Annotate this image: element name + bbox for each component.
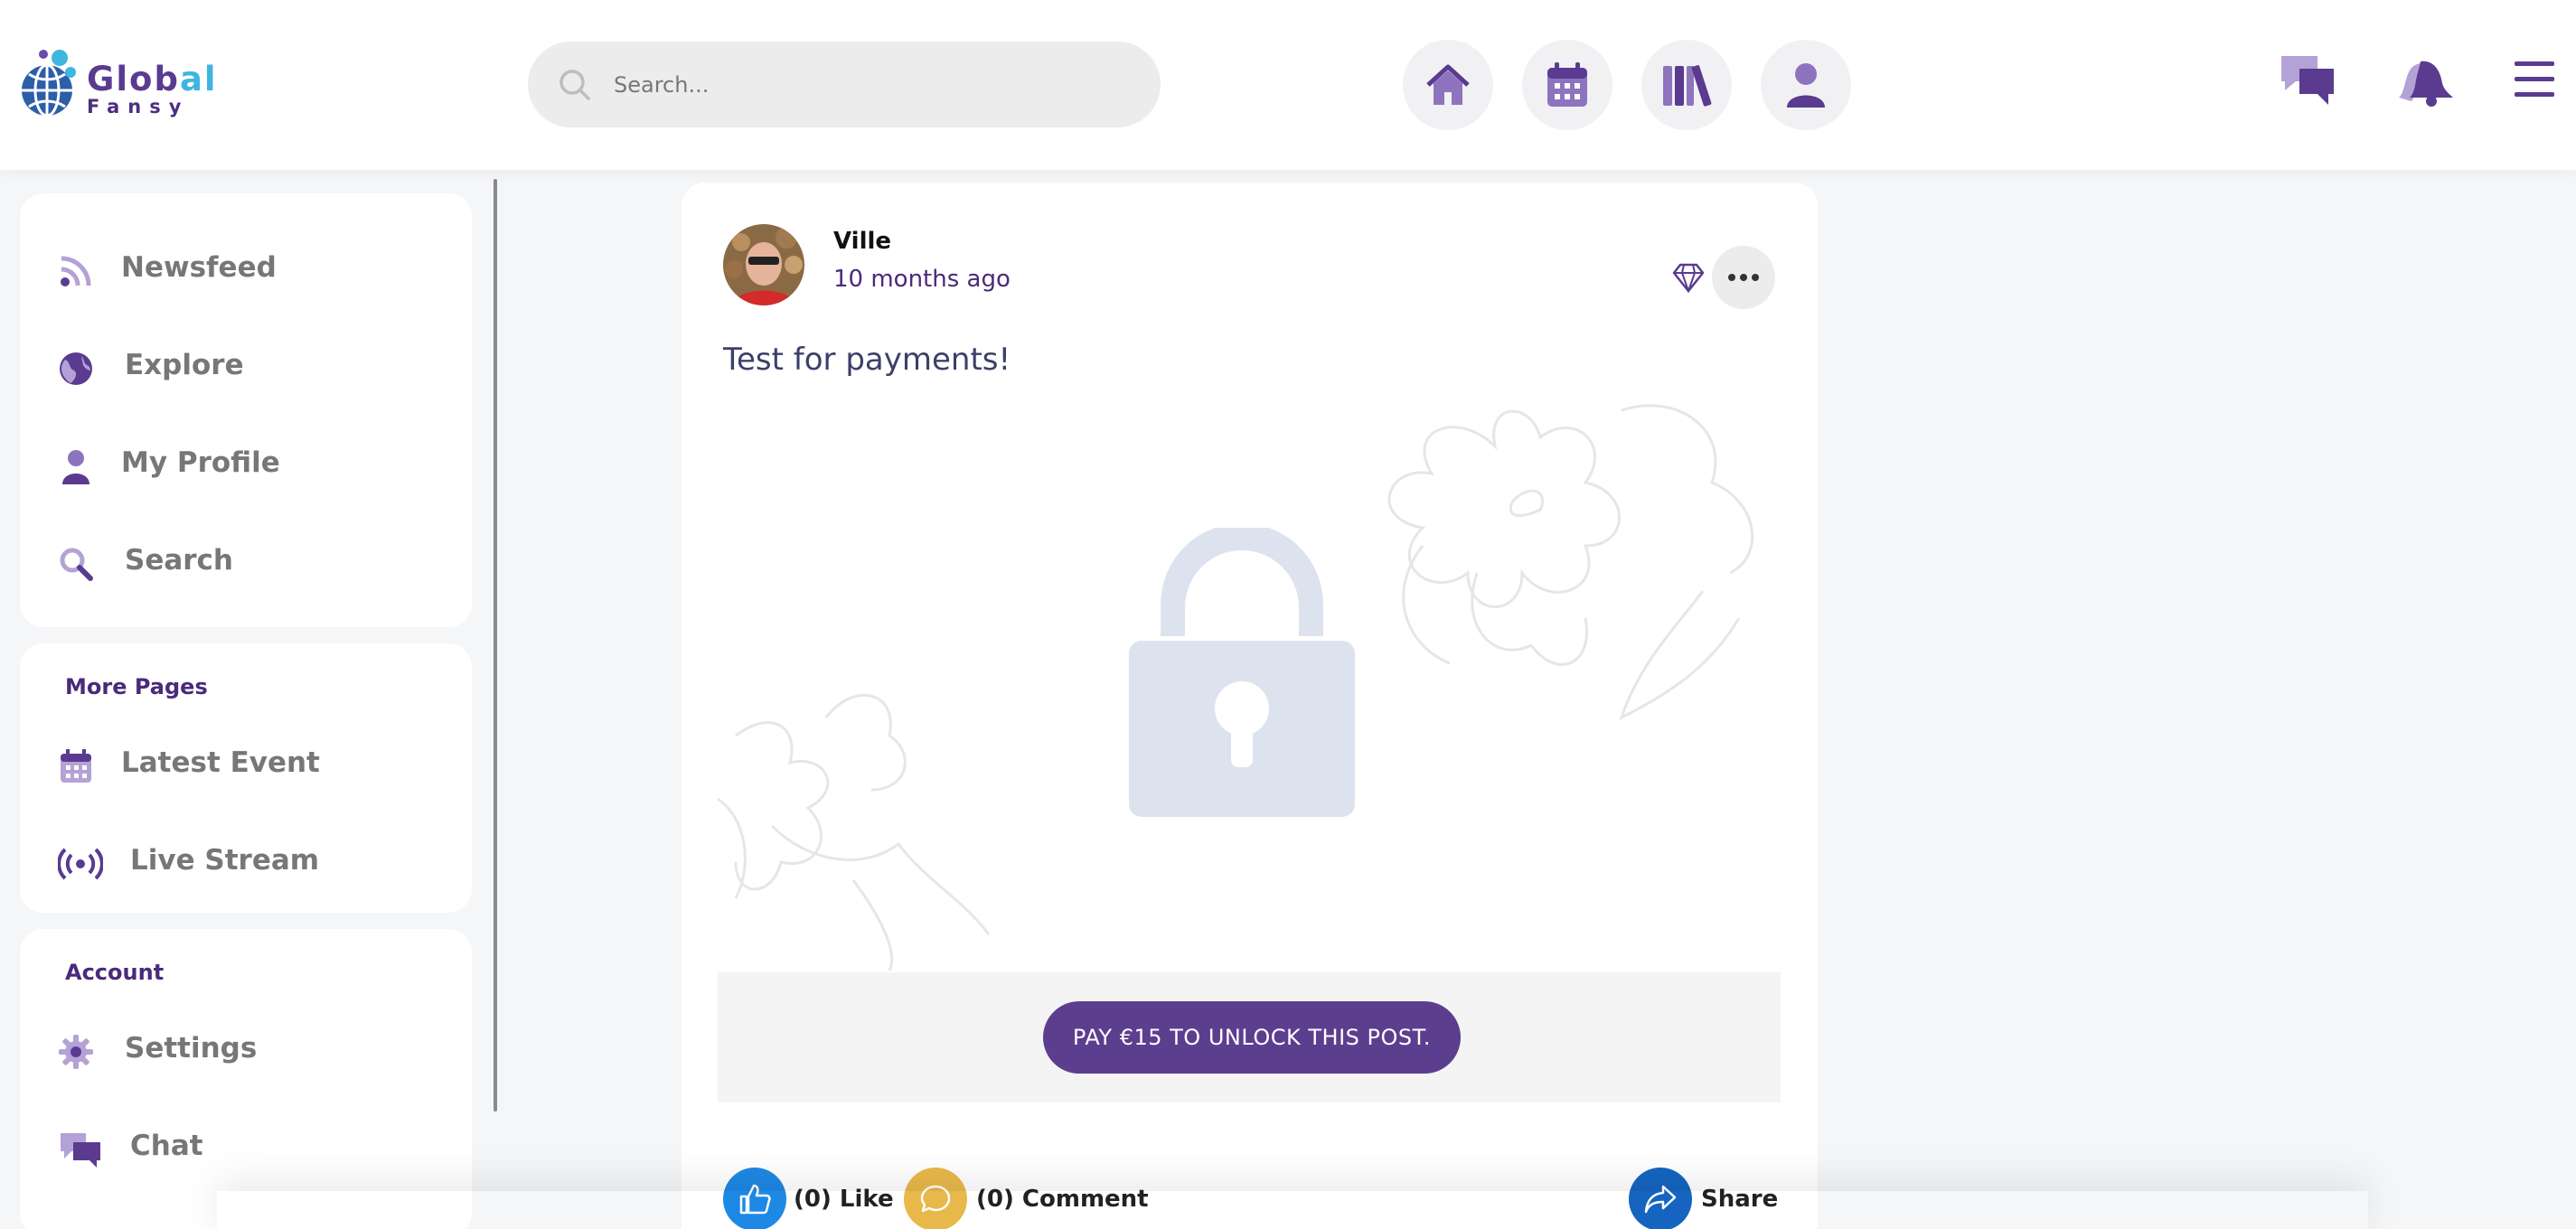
sidebar-item-label: Live Stream [130, 844, 320, 877]
profile-button[interactable] [1761, 40, 1851, 130]
lock-icon [1129, 528, 1355, 817]
events-button[interactable] [1522, 40, 1612, 130]
messages-button[interactable] [2276, 51, 2339, 110]
post-text: Test for payments! [723, 342, 1011, 378]
ellipsis-icon [1728, 274, 1759, 281]
sidebar-item-label: Latest Event [121, 746, 320, 779]
search-bar[interactable] [528, 42, 1161, 127]
account-heading: Account [65, 960, 165, 985]
sidebar-item-explore[interactable]: Explore [20, 333, 472, 405]
diamond-icon[interactable] [1672, 262, 1705, 296]
hamburger-menu-icon [2515, 61, 2554, 97]
top-header: Global Fansy [0, 0, 2576, 170]
globe-icon [58, 351, 94, 387]
search-icon [559, 70, 590, 100]
sidebar-item-search[interactable]: Search [20, 528, 472, 600]
pay-unlock-bar: PAY €15 TO UNLOCK THIS POST. [718, 972, 1781, 1102]
gear-icon [58, 1034, 94, 1070]
sidebar-item-my-profile[interactable]: My Profile [20, 430, 472, 502]
home-icon [1426, 64, 1470, 105]
calendar-icon [58, 748, 94, 784]
sidebar-item-chat[interactable]: Chat [20, 1113, 472, 1186]
pay-to-unlock-button[interactable]: PAY €15 TO UNLOCK THIS POST. [1043, 1001, 1461, 1074]
sidebar-scrollbar[interactable] [494, 179, 497, 1112]
sidebar-item-newsfeed[interactable]: Newsfeed [20, 235, 472, 307]
chat-icon [58, 1131, 103, 1168]
home-button[interactable] [1403, 40, 1493, 130]
more-pages-heading: More Pages [65, 674, 208, 699]
avatar[interactable] [723, 224, 804, 305]
sidebar-item-label: Settings [125, 1032, 258, 1065]
broadcast-icon [58, 846, 103, 882]
sidebar-item-label: Explore [125, 349, 244, 381]
search-input[interactable] [614, 42, 1138, 127]
menu-button[interactable] [2511, 56, 2558, 103]
notifications-button[interactable] [2393, 51, 2458, 110]
globe-logo-icon [22, 50, 76, 117]
sidebar-more-pages-card: More Pages Latest Event Live Stream [20, 643, 472, 913]
user-icon [1787, 63, 1825, 108]
library-button[interactable] [1641, 40, 1732, 130]
sidebar-item-label: My Profile [121, 446, 280, 479]
bell-icon [2399, 61, 2453, 107]
post-card: Ville 10 months ago Test for payments! P… [682, 183, 1818, 1229]
locked-content-preview [718, 392, 1781, 971]
calendar-icon [1547, 62, 1587, 107]
brand-name: Global [87, 60, 218, 99]
sidebar-item-latest-event[interactable]: Latest Event [20, 730, 472, 802]
sidebar-account-card: Account Settings Chat [20, 929, 472, 1229]
sidebar-item-label: Chat [130, 1130, 203, 1162]
sidebar-item-live-stream[interactable]: Live Stream [20, 828, 472, 900]
author-photo [723, 224, 804, 305]
books-icon [1663, 65, 1712, 107]
post-timestamp: 10 months ago [833, 266, 1011, 293]
bottom-fade [217, 1191, 2368, 1229]
rss-icon [58, 253, 94, 289]
post-author[interactable]: Ville [833, 228, 891, 255]
user-icon [58, 448, 94, 484]
brand-subname: Fansy [87, 96, 190, 117]
sidebar-item-label: Newsfeed [121, 251, 277, 284]
chat-bubbles-icon [2281, 56, 2334, 105]
sidebar-main-card: Newsfeed Explore My Profile Search [20, 193, 472, 627]
search-icon [58, 546, 94, 582]
more-options-button[interactable] [1712, 246, 1775, 309]
sidebar-item-label: Search [125, 544, 234, 577]
brand-logo[interactable]: Global Fansy [20, 45, 219, 127]
sidebar-item-settings[interactable]: Settings [20, 1016, 472, 1088]
